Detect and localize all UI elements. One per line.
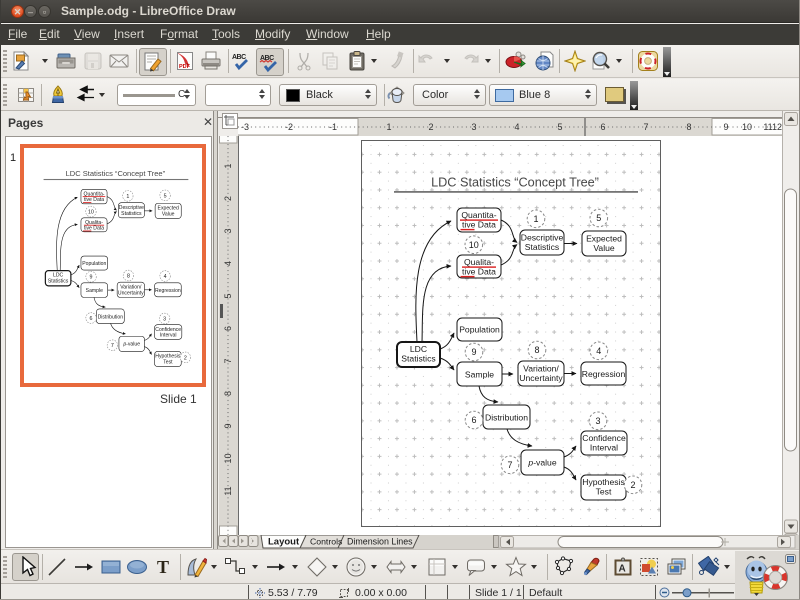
svg-text:2: 2: [223, 196, 233, 201]
svg-text:2: 2: [428, 122, 433, 132]
svg-text:5: 5: [223, 293, 233, 298]
svg-text:9: 9: [223, 423, 233, 428]
svg-text:5: 5: [557, 122, 562, 132]
svg-text:PDF: PDF: [179, 64, 191, 70]
svg-text:Controls: Controls: [310, 537, 343, 547]
svg-text:6: 6: [600, 122, 605, 132]
svg-text:ABC: ABC: [232, 54, 246, 61]
svg-text:1: 1: [386, 122, 391, 132]
svg-text:7: 7: [223, 358, 233, 363]
svg-text:6: 6: [223, 326, 233, 331]
svg-text:4: 4: [514, 122, 519, 132]
svg-text:8: 8: [223, 391, 233, 396]
svg-text:1: 1: [223, 163, 233, 168]
svg-text:4: 4: [223, 261, 233, 266]
svg-text:11: 11: [223, 486, 233, 495]
svg-text:12: 12: [772, 122, 782, 132]
svg-text:3: 3: [223, 228, 233, 233]
svg-text:A: A: [619, 564, 626, 575]
svg-text:7: 7: [643, 122, 648, 132]
svg-text:9: 9: [723, 122, 728, 132]
svg-text:-3: -3: [241, 122, 249, 132]
svg-text:-2: -2: [285, 122, 293, 132]
svg-text:T: T: [157, 557, 169, 577]
svg-text:Layout: Layout: [268, 537, 300, 548]
svg-text:Dimension Lines: Dimension Lines: [347, 537, 413, 547]
svg-text:-1: -1: [329, 122, 337, 132]
svg-text:10: 10: [742, 122, 752, 132]
svg-text:3: 3: [471, 122, 476, 132]
svg-text:10: 10: [223, 453, 233, 463]
svg-text:8: 8: [686, 122, 691, 132]
